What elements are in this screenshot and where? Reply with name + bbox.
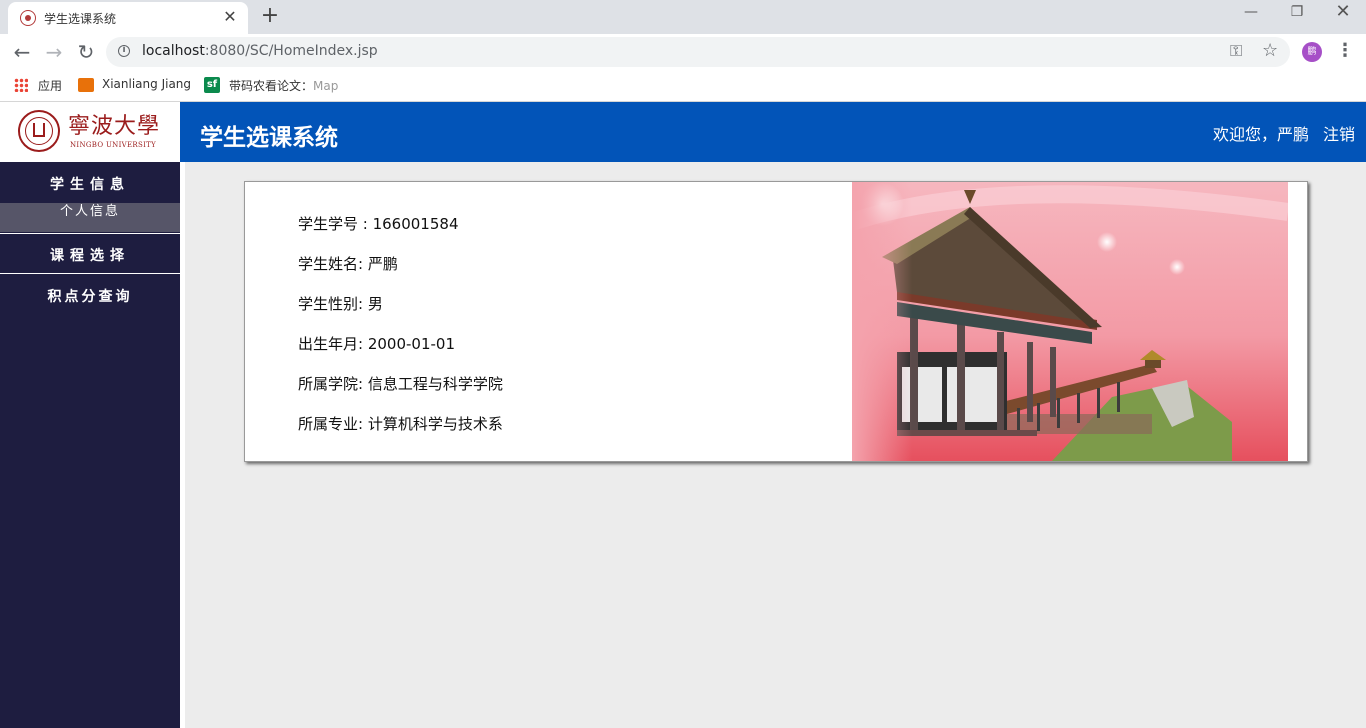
new-tab-icon[interactable]: + [258, 3, 282, 28]
sidebar-divider [0, 233, 180, 234]
logo-english-name: NINGBO UNIVERSITY [70, 141, 157, 149]
student-name: 学生姓名: 严鹏 [298, 255, 398, 273]
bookmark-sf-label: 带码农看论文： [229, 79, 314, 93]
url-path: :8080/SC/HomeIndex.jsp [204, 43, 378, 59]
bookmark-sf-overflow: Map [313, 79, 339, 93]
info-icon[interactable]: i [118, 45, 130, 57]
welcome-text: 欢迎您，严鹏 [1213, 125, 1310, 144]
student-gender: 学生性别: 男 [298, 295, 383, 313]
university-favicon-icon [20, 10, 36, 26]
reload-icon[interactable]: ↻ [74, 40, 98, 64]
university-seal-icon [18, 110, 60, 152]
window-close-icon[interactable]: ✕ [1320, 1, 1366, 22]
logo-chinese-name: 寧波大學 [68, 114, 161, 139]
campus-pavilion-illustration [852, 182, 1288, 461]
bookmark-xianliang-jiang[interactable]: Xianliang Jiang [102, 77, 191, 91]
student-college: 所属学院: 信息工程与科学学院 [298, 375, 503, 393]
browser-tab[interactable]: 学生选课系统 ✕ [8, 2, 248, 34]
browser-tab-strip: 学生选课系统 ✕ + — ❐ ✕ [0, 0, 1366, 34]
close-tab-icon[interactable]: ✕ [220, 7, 240, 26]
bookmark-star-icon[interactable]: ☆ [1262, 40, 1278, 61]
student-info-card: 学生学号 : 166001584 学生姓名: 严鹏 学生性别: 男 出生年月: … [244, 181, 1308, 462]
sidebar: 学生信息 个人信息 课程选择 积点分查询 [0, 162, 180, 728]
app-header: 寧波大學 NINGBO UNIVERSITY 学生选课系统 欢迎您，严鹏 注销 [0, 102, 1366, 162]
sidebar-section-student-info[interactable]: 学生信息 [0, 174, 180, 194]
page-title: 学生选课系统 [200, 125, 338, 151]
more-menu-icon[interactable]: ⋮ [1336, 40, 1354, 61]
sf-favicon-icon: sf [204, 77, 220, 93]
student-birth-date: 出生年月: 2000-01-01 [298, 335, 455, 353]
address-bar[interactable]: i localhost:8080/SC/HomeIndex.jsp ⚿ ☆ [106, 37, 1290, 67]
back-arrow-icon[interactable]: ← [10, 40, 34, 64]
restore-icon[interactable]: ❐ [1274, 4, 1320, 20]
campus-photo [852, 182, 1288, 461]
bookmark-apps[interactable]: 应用 [38, 77, 62, 94]
sidebar-divider [0, 273, 180, 274]
logout-link[interactable]: 注销 [1323, 121, 1355, 145]
forward-arrow-icon[interactable]: → [42, 40, 66, 64]
profile-avatar[interactable]: 鹏 [1302, 42, 1322, 62]
url-host: localhost [142, 43, 205, 59]
bookmarks-bar: 应用 Xianliang Jiang sf 带码农看论文：Map [0, 70, 1366, 102]
tab-title: 学生选课系统 [44, 12, 117, 26]
student-major: 所属专业: 计算机科学与技术系 [298, 415, 503, 433]
key-icon[interactable]: ⚿ [1230, 41, 1242, 61]
url-text[interactable]: localhost:8080/SC/HomeIndex.jsp [142, 43, 378, 59]
student-id: 学生学号 : 166001584 [298, 215, 459, 233]
sidebar-item-personal-info[interactable]: 个人信息 [0, 203, 180, 232]
university-logo[interactable]: 寧波大學 NINGBO UNIVERSITY [0, 102, 180, 162]
bookmark-favicon-icon [78, 78, 94, 92]
sidebar-section-gpa-query[interactable]: 积点分查询 [0, 286, 180, 306]
sidebar-section-course-selection[interactable]: 课程选择 [0, 245, 180, 265]
bookmark-sf[interactable]: 带码农看论文：Map [229, 77, 338, 94]
minimize-icon[interactable]: — [1228, 4, 1274, 20]
apps-grid-icon[interactable] [14, 78, 28, 92]
browser-toolbar: ← → ↻ i localhost:8080/SC/HomeIndex.jsp … [0, 34, 1366, 70]
sidebar-border [180, 162, 185, 728]
